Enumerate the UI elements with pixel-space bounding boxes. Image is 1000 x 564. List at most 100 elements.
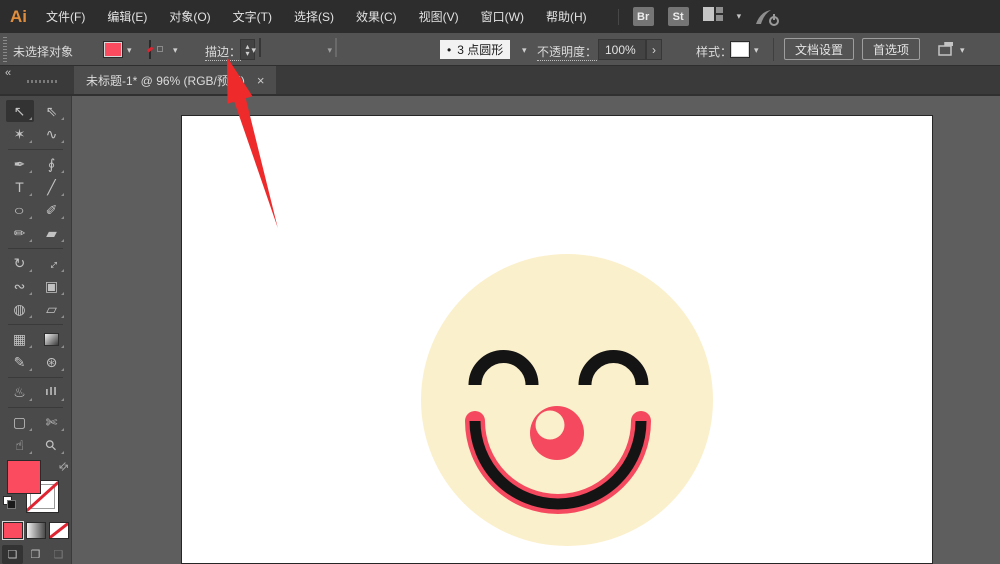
document-title: 未标题-1* @ 96% (RGB/预览) [86,73,245,88]
tab-strip: « 未标题-1* @ 96% (RGB/预览) × [0,66,1000,96]
artboard[interactable] [181,115,933,564]
brush-chevron-icon[interactable]: ▾ [522,45,527,56]
stepper-down-icon[interactable]: ▾ [245,49,249,57]
free-transform-tool[interactable]: ▣ [38,275,66,297]
artboard-tool[interactable]: ▢ [6,411,34,433]
menu-bar-right: Br St ▾ [617,7,780,26]
menu-edit[interactable]: 编辑(E) [102,4,152,29]
chevron-down-icon[interactable]: ▾ [737,11,742,22]
control-bar: 未选择对象 ▾ ▾ 描边： ▴ ▾ ▾ ▾ • 3 点圆形 ▾ 不透明度： 10… [0,33,1000,66]
menu-effect[interactable]: 效果(C) [351,4,402,29]
draw-behind-mode[interactable]: ❐ [25,545,46,564]
bridge-button[interactable]: Br [632,7,654,26]
divider [8,407,63,408]
perspective-grid-tool[interactable]: ▱ [38,298,66,320]
style-swatch[interactable] [730,41,750,58]
mesh-tool[interactable]: ▦ [6,328,34,350]
scale-tool[interactable]: ↔ [38,252,66,274]
stroke-chevron-icon[interactable]: ▾ [173,45,178,56]
column-graph-tool[interactable]: ıll [38,381,66,403]
panel-drag-handle[interactable] [3,37,7,62]
opacity-more-button[interactable]: › [646,39,662,60]
tools-panel-grip[interactable] [27,80,57,83]
menu-view[interactable]: 视图(V) [414,4,464,29]
selection-tool[interactable]: ↖ [5,100,34,122]
default-stroke-chip [7,500,16,509]
default-fill-stroke-icon[interactable] [3,496,17,510]
divider [617,8,619,25]
brush-bullet: • [447,42,452,57]
smiley-artwork[interactable] [182,116,934,564]
direct-selection-tool[interactable]: ⇖ [38,100,66,122]
style-chevron-icon[interactable]: ▾ [754,45,759,56]
tools-list: ↖ ⇖ ✶ ∿ ✒ ∮ T ╱ ○ ✐ ✏ ▰ ↻ ↔ ∾ ▣ ◍ ▱ ▦ ✎ … [0,96,71,457]
document-tab[interactable]: 未标题-1* @ 96% (RGB/预览) × [74,66,277,94]
stroke-weight-dropdown[interactable]: ▾ [251,38,261,57]
menu-help[interactable]: 帮助(H) [541,4,592,29]
pencil-tool[interactable]: ✏ [6,222,34,244]
paint-style-buttons [0,522,71,539]
divider [773,38,774,61]
divider [8,377,63,378]
brush-definition-dropdown[interactable]: • 3 点圆形 [440,40,511,59]
fill-swatch-large[interactable] [7,460,41,494]
menu-file[interactable]: 文件(F) [41,4,90,29]
hand-tool[interactable]: ☝ [6,434,34,456]
menu-object[interactable]: 对象(O) [164,4,215,29]
draw-inside-mode[interactable]: ❑ [48,545,69,564]
fill-stroke-control: ⇆ [0,459,71,518]
app-logo: Ai [10,6,27,26]
power-icon [769,13,780,26]
selection-status: 未选择对象 [13,45,74,59]
menu-bar: Ai 文件(F) 编辑(E) 对象(O) 文字(T) 选择(S) 效果(C) 视… [0,0,1000,33]
sync-power-icon[interactable] [755,8,780,26]
gradient-tool[interactable] [38,328,66,350]
swap-fill-stroke-icon[interactable]: ⇆ [56,459,71,474]
slice-tool[interactable]: ✄ [38,411,66,433]
rotate-tool[interactable]: ↻ [6,252,34,274]
menu-select[interactable]: 选择(S) [289,4,339,29]
nose-highlight [535,410,565,440]
workspace-layout-icon[interactable] [702,7,723,26]
chevron-down-icon[interactable]: ▾ [960,45,965,56]
opacity-panel-link[interactable]: 不透明度： [537,43,598,61]
divider [8,324,63,325]
color-button[interactable] [2,522,23,539]
menu-window[interactable]: 窗口(W) [476,4,529,29]
ellipse-tool[interactable]: ○ [6,199,34,221]
none-button[interactable] [48,522,69,539]
gradient-button[interactable] [25,522,46,539]
blend-tool[interactable]: ⊛ [38,351,66,373]
stroke-panel-link[interactable]: 描边： [205,43,242,61]
preferences-button[interactable]: 首选项 [862,38,921,60]
stroke-color-swatch[interactable] [149,40,163,59]
stock-button[interactable]: St [667,7,689,26]
gradient-icon [44,332,59,346]
menu-type[interactable]: 文字(T) [228,4,277,29]
divider [8,149,63,150]
control-panel-menu-icon[interactable] [938,42,955,62]
close-tab-icon[interactable]: × [257,73,265,88]
divider [8,248,63,249]
shape-builder-tool[interactable]: ◍ [6,298,34,320]
line-segment-tool[interactable]: ╱ [38,176,66,198]
magic-wand-tool[interactable]: ✶ [6,123,34,145]
eyedropper-tool[interactable]: ✎ [6,351,34,373]
width-tool[interactable]: ∾ [6,275,34,297]
zoom-tool[interactable]: ⚲ [38,434,66,456]
pen-tool[interactable]: ✒ [6,153,34,175]
fill-color-swatch[interactable] [103,41,123,58]
eraser-tool[interactable]: ▰ [38,222,66,244]
curvature-tool[interactable]: ∮ [38,153,66,175]
type-tool[interactable]: T [6,176,34,198]
width-profile-dropdown[interactable]: ▾ [327,38,337,57]
fill-chevron-icon[interactable]: ▾ [127,45,132,56]
paintbrush-tool[interactable]: ✐ [38,199,66,221]
document-setup-button[interactable]: 文档设置 [784,38,855,60]
opacity-input[interactable]: 100% [598,39,646,60]
lasso-tool[interactable]: ∿ [38,123,66,145]
symbol-sprayer-tool[interactable]: ♨ [6,381,34,403]
collapse-panel-icon[interactable]: « [5,67,11,79]
pasteboard[interactable] [72,96,1000,564]
draw-normal-mode[interactable]: ❏ [2,545,23,564]
